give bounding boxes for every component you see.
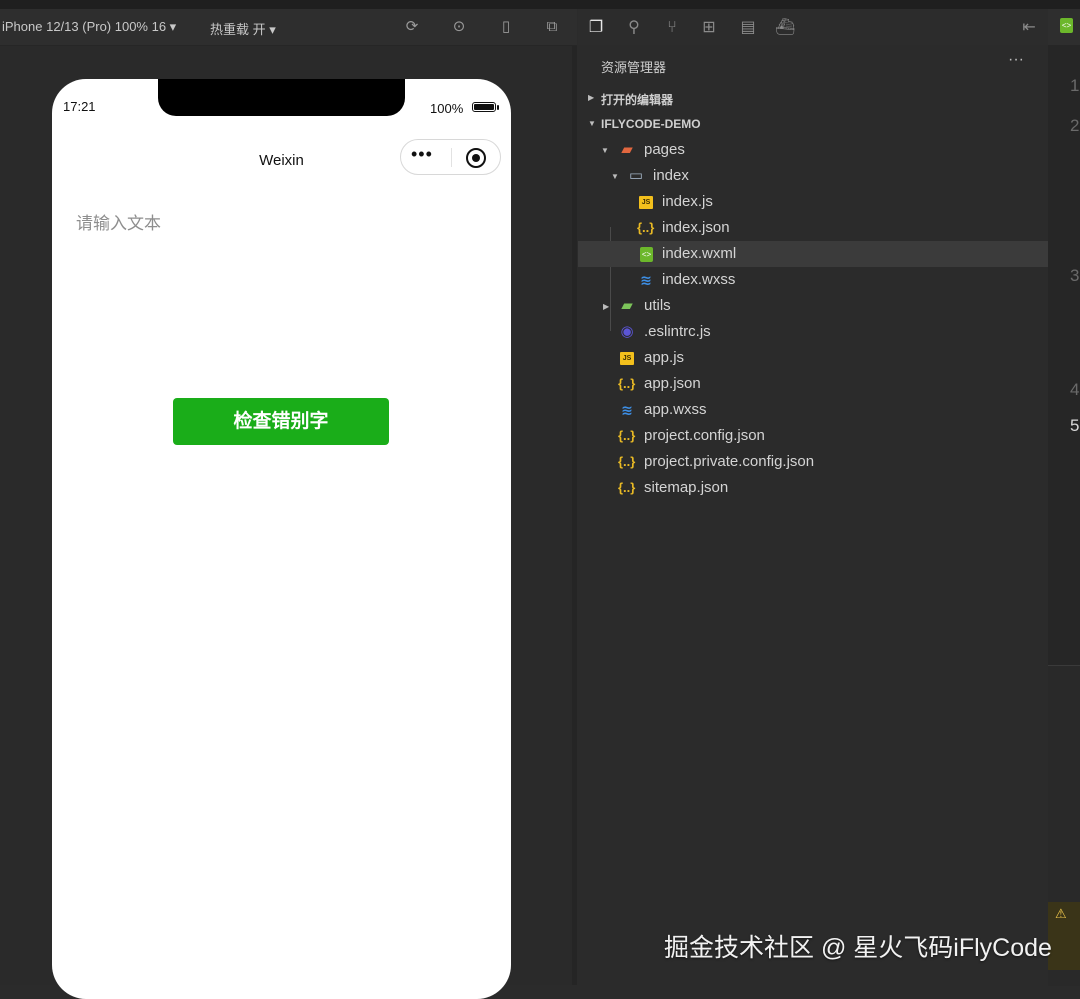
close-target-icon[interactable] [466, 148, 486, 168]
section-project[interactable]: ▼ IFLYCODE-DEMO [578, 111, 1048, 137]
tree-item-label: index [653, 167, 689, 184]
folder-open-icon: ▭ [628, 167, 644, 184]
json-file-icon: {..} [618, 454, 636, 469]
files-icon[interactable]: ❐ [586, 18, 606, 38]
tree-item-label: project.private.config.json [644, 453, 815, 470]
json-file-icon: {..} [618, 428, 636, 443]
window-top-strip [0, 0, 1080, 9]
status-time: 17:21 [63, 99, 96, 114]
explorer-panel: 资源管理器 ··· ▶ 打开的编辑器 ▼ IFLYCODE-DEMO ▼ ▰ p… [578, 45, 1048, 985]
phone-screen: 17:21 100% Weixin ••• 请输入文本 检查错别字 [52, 79, 511, 999]
chevron-right-icon: ▶ [588, 93, 595, 102]
device-selector[interactable]: iPhone 12/13 (Pro) 100% 16 ▾ [2, 19, 176, 35]
warning-icon: ⚠ [1055, 906, 1067, 921]
section-label: IFLYCODE-DEMO [601, 117, 701, 131]
folder-icon: ▰ [621, 141, 633, 158]
docker-icon[interactable]: ⛴ [775, 18, 795, 38]
more-icon[interactable]: ··· [1008, 51, 1024, 69]
json-file-icon: {..} [618, 480, 636, 495]
battery-icon [472, 102, 496, 112]
layout-icon[interactable]: ▤ [738, 18, 758, 38]
tree-item-index-wxml[interactable]: <> index.wxml [578, 241, 1048, 267]
tree-item-utils[interactable]: ▶ ▰ utils [578, 293, 1048, 319]
phone-icon[interactable]: ▯ [497, 18, 515, 36]
tree-item-label: index.wxss [662, 271, 736, 288]
chevron-right-icon: ▶ [603, 302, 610, 311]
tree-item-label: app.js [644, 349, 685, 366]
warning-banner: ⚠ [1048, 902, 1080, 970]
json-file-icon: {..} [618, 376, 636, 391]
tree-item-label: sitemap.json [644, 479, 729, 496]
tree-item-label: pages [644, 141, 685, 158]
tree-item-label: project.config.json [644, 427, 765, 444]
line-number: 3 [1070, 266, 1080, 285]
line-number: 1 [1070, 76, 1080, 95]
search-icon[interactable]: ⚲ [624, 18, 644, 38]
watermark: 掘金技术社区 @ 星火飞码iFlyCode [664, 934, 1052, 962]
tree-item-app-json[interactable]: {..} app.json [578, 371, 1048, 397]
tree-item-project-config[interactable]: {..} project.config.json [578, 423, 1048, 449]
eslint-file-icon: ◉ [620, 323, 634, 340]
tree-item-label: index.wxml [662, 245, 737, 262]
chevron-down-icon: ▼ [611, 172, 619, 181]
line-number: 2 [1070, 116, 1080, 135]
tree-item-index-json[interactable]: {..} index.json [578, 215, 1048, 241]
wxml-file-icon: <> [640, 247, 653, 262]
panel-divider[interactable] [572, 46, 577, 985]
capsule-divider [451, 148, 452, 167]
tree-item-label: index.js [662, 193, 713, 210]
battery-percent: 100% [430, 101, 464, 116]
extensions-icon[interactable]: ⊞ [699, 18, 719, 38]
line-number: 5 [1070, 416, 1080, 435]
tree-item-index-js[interactable]: JS index.js [578, 189, 1048, 215]
refresh-icon[interactable]: ⟳ [403, 18, 421, 36]
text-input[interactable]: 请输入文本 [76, 209, 161, 234]
js-file-icon: JS [639, 196, 653, 209]
section-label: 打开的编辑器 [601, 93, 674, 107]
section-open-editors[interactable]: ▶ 打开的编辑器 [578, 85, 1048, 111]
tree-item-label: app.wxss [644, 401, 707, 418]
collapse-panel-icon[interactable]: ⇤ [1019, 18, 1039, 38]
tree-item-app-wxss[interactable]: ≋ app.wxss [578, 397, 1048, 423]
source-control-icon[interactable]: ⑂ [662, 18, 682, 38]
tree-item-sitemap[interactable]: {..} sitemap.json [578, 475, 1048, 501]
wxss-file-icon: ≋ [621, 402, 633, 418]
tree-item-index-folder[interactable]: ▼ ▭ index [578, 163, 1048, 189]
tree-item-app-js[interactable]: JS app.js [578, 345, 1048, 371]
activity-bar: ❐ ⚲ ⑂ ⊞ ▤ ⛴ ⇤ [578, 9, 1048, 45]
chevron-down-icon: ▼ [588, 119, 596, 128]
wxss-file-icon: ≋ [640, 272, 652, 288]
simulator-toolbar: iPhone 12/13 (Pro) 100% 16 ▾ 热重载 开 ▾ ⟳ ⊙… [0, 9, 577, 46]
more-dots-icon[interactable]: ••• [411, 144, 433, 165]
chevron-down-icon: ▼ [601, 146, 609, 155]
js-file-icon: JS [620, 352, 634, 365]
json-file-icon: {..} [637, 220, 655, 235]
tree-item-label: .eslintrc.js [644, 323, 711, 340]
explorer-title: 资源管理器 [601, 60, 667, 75]
wxml-file-icon: <> [1060, 18, 1073, 33]
line-number: 4 [1070, 380, 1080, 399]
check-typo-button[interactable]: 检查错别字 [173, 398, 389, 445]
stop-icon[interactable]: ⊙ [450, 18, 468, 36]
tree-item-label: utils [644, 297, 671, 314]
folder-icon: ▰ [621, 297, 633, 314]
tree-item-project-private-config[interactable]: {..} project.private.config.json [578, 449, 1048, 475]
hot-reload-toggle[interactable]: 热重载 开 ▾ [210, 19, 276, 38]
window-icon[interactable]: ⧉ [543, 18, 561, 36]
tree-item-pages[interactable]: ▼ ▰ pages [578, 137, 1048, 163]
tree-item-index-wxss[interactable]: ≋ index.wxss [578, 267, 1048, 293]
phone-notch [158, 79, 405, 116]
tree-item-label: index.json [662, 219, 730, 236]
miniprogram-capsule: ••• [400, 139, 501, 175]
tree-item-eslintrc[interactable]: ◉ .eslintrc.js [578, 319, 1048, 345]
battery-cap [497, 105, 499, 110]
tree-item-label: app.json [644, 375, 701, 392]
